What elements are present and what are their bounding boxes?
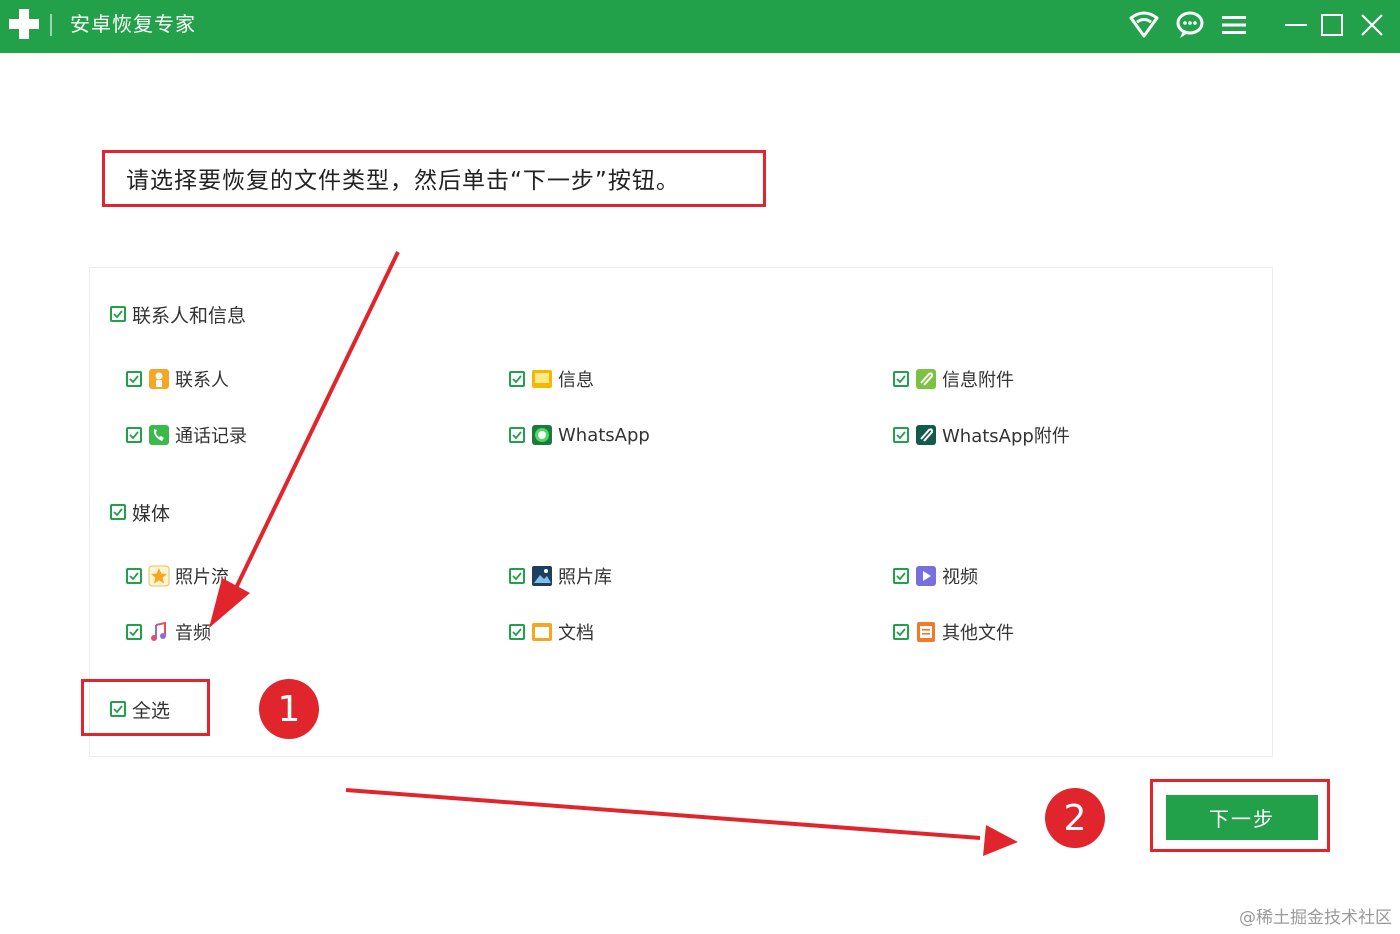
- item-video[interactable]: 视频: [893, 564, 978, 588]
- document-icon: [531, 621, 553, 643]
- item-label: 照片库: [558, 567, 612, 588]
- item-label: 信息附件: [942, 370, 1014, 391]
- item-label: WhatsApp: [558, 424, 650, 446]
- call-log-icon: [148, 424, 170, 446]
- photo-stream-icon: [148, 565, 170, 587]
- close-icon[interactable]: [1356, 9, 1388, 41]
- checkbox-checked-icon: [126, 427, 142, 443]
- item-label: 通话记录: [175, 426, 247, 447]
- select-all-checkbox[interactable]: 全选: [110, 697, 171, 722]
- group-label: 联系人和信息: [132, 304, 247, 327]
- maximize-icon[interactable]: [1316, 9, 1348, 41]
- checkbox-checked-icon: [509, 624, 525, 640]
- checkbox-checked-icon: [110, 504, 126, 520]
- item-label: 视频: [942, 567, 978, 588]
- checkbox-checked-icon: [893, 568, 909, 584]
- group-contacts-and-messages-checkbox[interactable]: 联系人和信息: [110, 302, 247, 327]
- checkbox-checked-icon: [126, 568, 142, 584]
- other-files-icon: [915, 621, 937, 643]
- item-label: WhatsApp附件: [942, 426, 1070, 447]
- message-icon: [531, 368, 553, 390]
- checkbox-checked-icon: [509, 427, 525, 443]
- item-contacts[interactable]: 联系人: [126, 367, 229, 391]
- item-label: 信息: [558, 370, 594, 391]
- item-label: 联系人: [175, 370, 229, 391]
- item-label: 文档: [558, 623, 594, 644]
- item-documents[interactable]: 文档: [509, 620, 594, 644]
- app-logo-icon: [9, 9, 39, 39]
- instruction-text: 请选择要恢复的文件类型，然后单击“下一步”按钮。: [126, 168, 680, 194]
- item-messages[interactable]: 信息: [509, 367, 594, 391]
- item-other-files[interactable]: 其他文件: [893, 620, 1014, 644]
- checkbox-checked-icon: [509, 568, 525, 584]
- title-separator: [50, 14, 52, 36]
- whatsapp-attachment-icon: [915, 424, 937, 446]
- checkbox-checked-icon: [893, 427, 909, 443]
- item-label: 音频: [175, 623, 211, 644]
- checkbox-checked-icon: [893, 371, 909, 387]
- checkbox-checked-icon: [126, 624, 142, 640]
- item-photo-library[interactable]: 照片库: [509, 564, 612, 588]
- group-media-checkbox[interactable]: 媒体: [110, 500, 171, 525]
- watermark: @稀土掘金技术社区: [1239, 908, 1392, 928]
- checkbox-checked-icon: [110, 701, 126, 717]
- menu-icon[interactable]: [1218, 9, 1250, 41]
- checkbox-checked-icon: [509, 371, 525, 387]
- step-1-badge: 1: [259, 679, 319, 739]
- file-type-panel: [89, 267, 1273, 757]
- item-call-log[interactable]: 通话记录: [126, 423, 247, 447]
- chat-icon[interactable]: [1174, 9, 1206, 41]
- checkbox-checked-icon: [893, 624, 909, 640]
- item-label: 照片流: [175, 567, 229, 588]
- item-message-attachments[interactable]: 信息附件: [893, 367, 1014, 391]
- item-label: 其他文件: [942, 623, 1014, 644]
- item-whatsapp[interactable]: WhatsApp: [509, 423, 650, 447]
- minimize-icon[interactable]: [1280, 9, 1312, 41]
- message-attachment-icon: [915, 368, 937, 390]
- select-all-label: 全选: [132, 699, 171, 722]
- photo-library-icon: [531, 565, 553, 587]
- step-2-badge: 2: [1045, 788, 1105, 848]
- title-bar: 安卓恢复专家: [0, 0, 1400, 53]
- wifi-icon[interactable]: [1128, 9, 1160, 41]
- contacts-icon: [148, 368, 170, 390]
- checkbox-checked-icon: [126, 371, 142, 387]
- item-audio[interactable]: 音频: [126, 620, 211, 644]
- audio-icon: [148, 621, 170, 643]
- item-photo-stream[interactable]: 照片流: [126, 564, 229, 588]
- arrow-to-next: [345, 788, 1018, 856]
- checkbox-checked-icon: [110, 306, 126, 322]
- whatsapp-icon: [531, 424, 553, 446]
- video-icon: [915, 565, 937, 587]
- group-label: 媒体: [132, 502, 171, 525]
- next-button[interactable]: 下一步: [1166, 795, 1318, 840]
- app-title: 安卓恢复专家: [70, 12, 196, 36]
- item-whatsapp-attachments[interactable]: WhatsApp附件: [893, 423, 1070, 447]
